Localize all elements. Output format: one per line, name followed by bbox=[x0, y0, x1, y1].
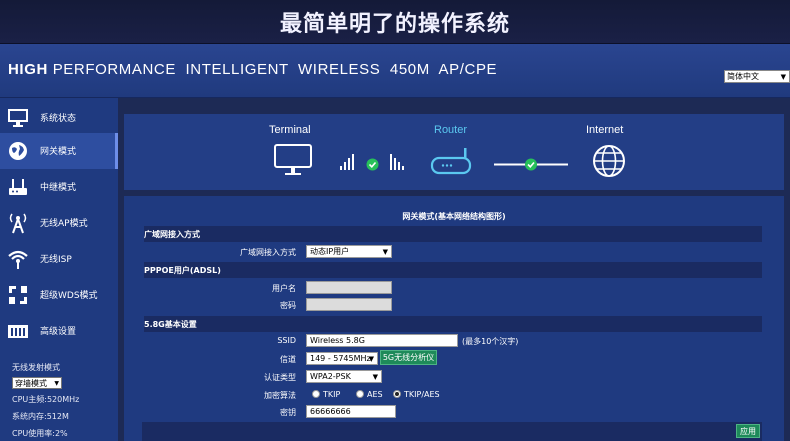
sidebar-item-label: 无线ISP bbox=[40, 255, 72, 265]
antenna-icon bbox=[9, 213, 27, 234]
router-device-icon bbox=[430, 148, 472, 175]
product-title: HIGH PERFORMANCE INTELLIGENT WIRELESS 45… bbox=[8, 61, 497, 78]
cipher-tkip-aes-radio[interactable] bbox=[393, 390, 401, 398]
top-banner: 最简单明了的操作系统 bbox=[0, 0, 790, 44]
wds-icon bbox=[9, 286, 27, 304]
username-label: 用户名 bbox=[272, 284, 296, 293]
language-select[interactable]: 简体中文 ▼ bbox=[724, 70, 790, 83]
cpu-usage: CPU使用率:2% bbox=[12, 429, 68, 438]
sidebar-item-label: 中继模式 bbox=[40, 183, 77, 193]
wan-section-title: 广域网接入方式 bbox=[144, 230, 200, 239]
connection-line bbox=[494, 158, 568, 171]
tx-mode-label: 无线发射模式 bbox=[12, 363, 60, 372]
sidebar: 系统状态 网关模式 中继模式 无线AP模式 无线ISP 超级WDS模式 高级设置 bbox=[0, 98, 118, 441]
internet-label: Internet bbox=[586, 124, 624, 136]
signal-bars-icon bbox=[340, 154, 354, 170]
sidebar-item-status[interactable]: 系统状态 bbox=[0, 100, 118, 136]
language-value: 简体中文 bbox=[727, 72, 759, 81]
tx-mode-select[interactable]: 穿墙模式 ▼ bbox=[12, 377, 62, 389]
channel-label: 信道 bbox=[280, 355, 296, 364]
key-input[interactable]: 66666666 bbox=[306, 405, 396, 418]
settings-icon bbox=[8, 325, 28, 338]
auth-type-label: 认证类型 bbox=[264, 373, 296, 382]
wan-type-label: 广域网接入方式 bbox=[240, 248, 296, 257]
wifi-icon bbox=[8, 250, 28, 269]
sidebar-item-label: 网关模式 bbox=[40, 147, 77, 157]
tx-mode-value: 穿墙模式 bbox=[15, 379, 47, 388]
cipher-aes-radio[interactable] bbox=[356, 390, 364, 398]
cipher-tkip-radio[interactable] bbox=[312, 390, 320, 398]
globe-icon bbox=[593, 145, 625, 177]
ssid-input[interactable]: Wireless 5.8G bbox=[306, 334, 458, 347]
cpu-frequency: CPU主频:520MHz bbox=[12, 395, 80, 404]
sidebar-item-wds[interactable]: 超级WDS模式 bbox=[0, 277, 118, 313]
cipher-tkip-label: TKIP bbox=[323, 390, 341, 399]
channel-select[interactable]: 149 - 5745MHz ▼ bbox=[306, 352, 378, 365]
sidebar-item-advanced[interactable]: 高级设置 bbox=[0, 313, 118, 349]
wan-type-select[interactable]: 动态IP用户 ▼ bbox=[306, 245, 392, 258]
auth-type-value: WPA2-PSK bbox=[310, 372, 351, 381]
ssid-label: SSID bbox=[277, 336, 296, 345]
product-title-bold: HIGH bbox=[8, 61, 48, 78]
form-title: 网关模式(基本网络结构图形) bbox=[402, 212, 506, 221]
key-value: 66666666 bbox=[310, 407, 351, 416]
router-icon bbox=[9, 179, 27, 195]
username-input[interactable] bbox=[306, 281, 392, 294]
wan-section-header: 广域网接入方式 bbox=[144, 226, 762, 242]
password-label: 密码 bbox=[280, 301, 296, 310]
form-footer bbox=[142, 422, 762, 441]
sidebar-item-isp[interactable]: 无线ISP bbox=[0, 241, 118, 277]
router-label: Router bbox=[434, 124, 468, 136]
sidebar-item-label: 系统状态 bbox=[40, 114, 77, 124]
chevron-down-icon: ▼ bbox=[54, 380, 59, 387]
system-memory: 系统内存:512M bbox=[12, 412, 69, 421]
cipher-tkip-aes-label: TKIP/AES bbox=[404, 390, 440, 399]
wan-type-value: 动态IP用户 bbox=[310, 247, 350, 256]
wifi-section-header: 5.8G基本设置 bbox=[144, 316, 762, 332]
sidebar-item-label: 无线AP模式 bbox=[40, 219, 88, 229]
wifi-analyzer-button[interactable]: 5G无线分析仪 bbox=[380, 350, 437, 365]
password-input[interactable] bbox=[306, 298, 392, 311]
sidebar-item-repeater[interactable]: 中继模式 bbox=[0, 169, 118, 205]
check-icon bbox=[366, 158, 379, 171]
key-label: 密钥 bbox=[280, 408, 296, 417]
header: HIGH PERFORMANCE INTELLIGENT WIRELESS 45… bbox=[0, 44, 790, 98]
chevron-down-icon: ▼ bbox=[780, 73, 786, 81]
sidebar-item-ap[interactable]: 无线AP模式 bbox=[0, 205, 118, 241]
wifi-section-title: 5.8G基本设置 bbox=[144, 320, 197, 329]
chevron-down-icon: ▼ bbox=[372, 373, 378, 381]
ssid-hint: (最多10个汉字) bbox=[462, 337, 519, 346]
terminal-label: Terminal bbox=[269, 124, 311, 136]
signal-bars-icon bbox=[390, 154, 404, 170]
auth-type-select[interactable]: WPA2-PSK ▼ bbox=[306, 370, 382, 383]
product-title-rest: PERFORMANCE INTELLIGENT WIRELESS 450M AP… bbox=[52, 61, 498, 78]
pppoe-section-header: PPPOE用户(ADSL) bbox=[144, 262, 762, 278]
network-diagram: Terminal Router Internet bbox=[124, 114, 784, 190]
sidebar-item-label: 高级设置 bbox=[40, 327, 77, 337]
chevron-down-icon: ▼ bbox=[368, 355, 374, 363]
banner-title: 最简单明了的操作系统 bbox=[279, 12, 510, 37]
cipher-aes-label: AES bbox=[367, 390, 383, 399]
sidebar-item-gateway[interactable]: 网关模式 bbox=[0, 133, 118, 169]
sidebar-item-label: 超级WDS模式 bbox=[40, 291, 98, 301]
globe-icon bbox=[9, 142, 27, 160]
monitor-icon bbox=[8, 109, 28, 127]
channel-value: 149 - 5745MHz bbox=[310, 354, 371, 363]
pppoe-section-title: PPPOE用户(ADSL) bbox=[144, 266, 221, 275]
ssid-value: Wireless 5.8G bbox=[310, 336, 365, 345]
cipher-label: 加密算法 bbox=[264, 391, 296, 400]
apply-button[interactable]: 应用 bbox=[736, 424, 760, 438]
chevron-down-icon: ▼ bbox=[382, 248, 388, 256]
terminal-icon bbox=[274, 144, 312, 175]
